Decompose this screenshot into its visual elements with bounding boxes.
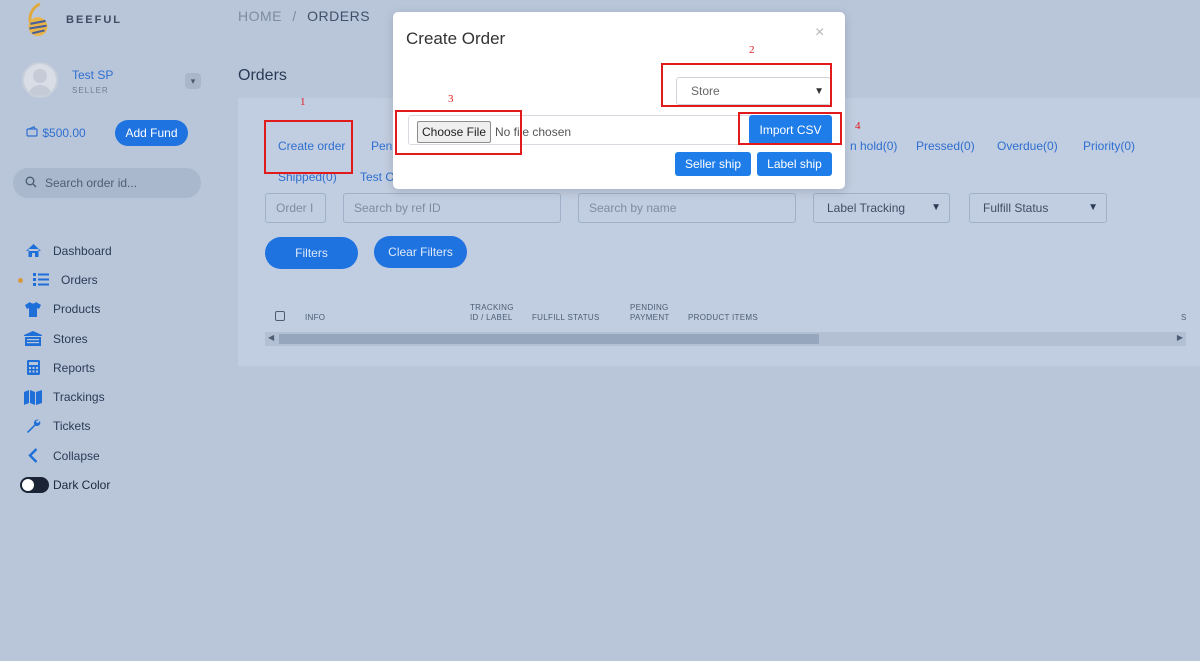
wrench-icon bbox=[24, 418, 42, 434]
select-value: Label Tracking bbox=[827, 201, 906, 215]
sidebar-item-stores[interactable]: Stores bbox=[0, 324, 212, 353]
tab-overdue[interactable]: Overdue(0) bbox=[997, 139, 1058, 153]
clear-filters-button[interactable]: Clear Filters bbox=[374, 236, 467, 268]
tab-priority[interactable]: Priority(0) bbox=[1083, 139, 1135, 153]
sidebar-search bbox=[13, 168, 201, 198]
search-icon bbox=[25, 176, 37, 188]
chevron-down-icon: ▼ bbox=[1088, 202, 1098, 213]
sidebar-item-reports[interactable]: Reports bbox=[0, 353, 212, 382]
dark-mode-toggle[interactable] bbox=[20, 477, 49, 493]
sidebar-nav: Dashboard Orders Products Stores Reports… bbox=[0, 236, 212, 470]
sidebar-item-label: Stores bbox=[53, 331, 88, 346]
user-role: SELLER bbox=[72, 86, 109, 95]
close-icon[interactable]: × bbox=[815, 24, 824, 42]
col-product-items: PRODUCT ITEMS bbox=[688, 313, 758, 322]
tab-test[interactable]: Test O bbox=[360, 170, 395, 184]
annotation-number-1: 1 bbox=[300, 96, 306, 108]
breadcrumb: HOME / ORDERS bbox=[238, 8, 370, 24]
col-info: INFO bbox=[305, 313, 326, 322]
col-tracking-line2: ID / LABEL bbox=[470, 313, 513, 322]
label-ship-button[interactable]: Label ship bbox=[757, 152, 832, 176]
breadcrumb-current: ORDERS bbox=[307, 8, 371, 24]
calculator-icon bbox=[24, 360, 42, 376]
list-icon bbox=[32, 272, 50, 288]
bee-logo-icon bbox=[28, 2, 48, 37]
brand-logo[interactable] bbox=[24, 2, 52, 38]
wallet-icon bbox=[26, 126, 39, 140]
scroll-right-icon[interactable]: ▶ bbox=[1177, 333, 1183, 342]
add-fund-button[interactable]: Add Fund bbox=[115, 120, 188, 146]
modal-title: Create Order bbox=[406, 29, 506, 48]
active-indicator bbox=[18, 278, 23, 284]
sidebar-item-products[interactable]: Products bbox=[0, 295, 212, 324]
annotation-number-4: 4 bbox=[855, 120, 861, 132]
scrollbar-thumb[interactable] bbox=[279, 334, 819, 344]
sidebar-item-label: Products bbox=[53, 302, 101, 317]
ref-id-input[interactable] bbox=[343, 193, 561, 223]
sidebar-item-tickets[interactable]: Tickets bbox=[0, 412, 212, 441]
dark-mode-label: Dark Color bbox=[53, 478, 111, 492]
sidebar-item-label: Dashboard bbox=[53, 243, 112, 258]
sidebar-item-trackings[interactable]: Trackings bbox=[0, 382, 212, 411]
seller-ship-button[interactable]: Seller ship bbox=[675, 152, 751, 176]
brand-name: BEEFUL bbox=[66, 14, 122, 26]
avatar bbox=[22, 62, 58, 98]
breadcrumb-home[interactable]: HOME bbox=[238, 8, 282, 24]
select-all-checkbox[interactable] bbox=[275, 311, 285, 321]
sidebar-item-label: Tickets bbox=[53, 419, 91, 434]
annotation-number-2: 2 bbox=[749, 44, 755, 56]
tab-on-hold[interactable]: n hold(0) bbox=[850, 139, 897, 153]
col-pending-payment: PENDING PAYMENT bbox=[630, 303, 670, 323]
annotation-box-2 bbox=[661, 63, 832, 107]
sidebar-item-orders[interactable]: Orders bbox=[0, 265, 212, 294]
select-value: Fulfill Status bbox=[983, 201, 1049, 215]
scroll-left-icon[interactable]: ◀ bbox=[268, 333, 274, 342]
col-tracking-line1: TRACKING bbox=[470, 303, 514, 312]
home-icon bbox=[24, 243, 42, 259]
user-profile[interactable]: Test SP SELLER ▾ bbox=[22, 62, 202, 102]
store-icon bbox=[24, 331, 42, 347]
chevron-down-icon[interactable]: ▾ bbox=[185, 73, 201, 89]
col-tracking: TRACKING ID / LABEL bbox=[470, 303, 514, 323]
sidebar-item-label: Orders bbox=[61, 272, 98, 287]
user-name: Test SP bbox=[72, 68, 114, 82]
balance-amount: $500.00 bbox=[42, 126, 86, 140]
label-tracking-select[interactable]: Label Tracking ▼ bbox=[813, 193, 950, 223]
annotation-box-1 bbox=[264, 120, 353, 174]
tshirt-icon bbox=[24, 301, 42, 317]
filters-button[interactable]: Filters bbox=[265, 237, 358, 269]
annotation-box-3 bbox=[395, 110, 522, 155]
sidebar: BEEFUL Test SP SELLER ▾ $500.00 Add Fund… bbox=[0, 0, 212, 661]
breadcrumb-separator: / bbox=[292, 8, 297, 24]
col-fulfill-status: FULFILL STATUS bbox=[532, 313, 600, 322]
fulfill-status-select[interactable]: Fulfill Status ▼ bbox=[969, 193, 1107, 223]
sidebar-item-label: Reports bbox=[53, 360, 96, 375]
search-order-input[interactable] bbox=[45, 174, 195, 192]
dark-mode-toggle-row: Dark Color bbox=[20, 477, 110, 493]
col-pending-line2: PAYMENT bbox=[630, 313, 670, 322]
order-id-input[interactable] bbox=[265, 193, 326, 223]
map-icon bbox=[24, 389, 42, 405]
chevron-down-icon: ▼ bbox=[931, 202, 941, 213]
name-input[interactable] bbox=[578, 193, 796, 223]
wallet-balance: $500.00 bbox=[26, 126, 86, 140]
page-title: Orders bbox=[238, 67, 287, 84]
col-pending-line1: PENDING bbox=[630, 303, 669, 312]
sidebar-item-collapse[interactable]: Collapse bbox=[0, 441, 212, 470]
annotation-box-4 bbox=[738, 112, 842, 145]
tab-pressed[interactable]: Pressed(0) bbox=[916, 139, 975, 153]
col-truncated: S bbox=[1181, 313, 1187, 322]
chevron-left-icon bbox=[24, 448, 42, 464]
sidebar-item-dashboard[interactable]: Dashboard bbox=[0, 236, 212, 265]
sidebar-item-label: Trackings bbox=[53, 390, 105, 405]
horizontal-scrollbar[interactable]: ◀ ▶ bbox=[265, 332, 1186, 346]
sidebar-item-label: Collapse bbox=[53, 448, 100, 463]
annotation-number-3: 3 bbox=[448, 93, 454, 105]
